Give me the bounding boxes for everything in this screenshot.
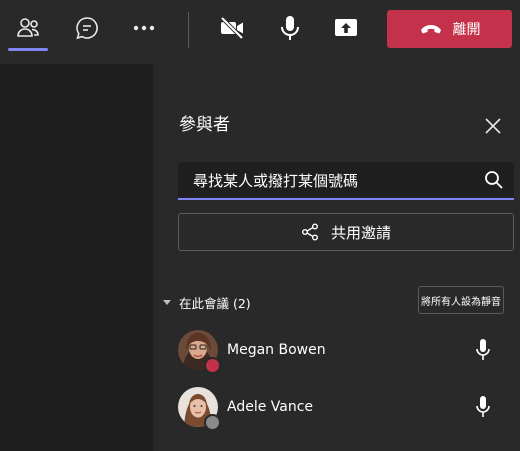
hang-up-icon xyxy=(420,25,441,34)
participants-panel: 參與者 尋找某人或撥打某個號碼 共用邀請 在此會議 (2) 將所有人設為靜音 M… xyxy=(153,64,520,451)
participant-name: Megan Bowen xyxy=(227,342,326,358)
search-icon[interactable] xyxy=(484,170,504,190)
status-badge xyxy=(204,414,221,431)
share-invite-label: 共用邀請 xyxy=(330,223,391,242)
microphone-icon xyxy=(281,16,299,40)
share-invite-button[interactable]: 共用邀請 xyxy=(178,213,514,251)
status-badge xyxy=(204,357,221,374)
meeting-toolbar: 離開 xyxy=(0,0,520,64)
close-icon xyxy=(485,118,501,134)
people-button[interactable] xyxy=(8,8,48,48)
participant-row[interactable]: Megan Bowen xyxy=(178,330,518,374)
section-label: 在此會議 (2) xyxy=(179,295,251,311)
leave-button[interactable]: 離開 xyxy=(387,10,512,48)
chevron-down-icon xyxy=(163,299,171,305)
more-button[interactable] xyxy=(124,8,164,48)
leave-label: 離開 xyxy=(452,22,481,38)
search-input[interactable]: 尋找某人或撥打某個號碼 xyxy=(178,162,514,200)
participant-name: Adele Vance xyxy=(227,399,314,415)
microphone-button[interactable] xyxy=(270,8,310,48)
share-screen-icon xyxy=(335,19,357,36)
camera-button[interactable] xyxy=(212,8,252,48)
microphone-icon[interactable] xyxy=(474,338,492,362)
search-text: 尋找某人或撥打某個號碼 xyxy=(193,172,359,190)
close-panel-button[interactable] xyxy=(481,114,505,138)
people-icon xyxy=(17,18,39,37)
in-meeting-section-toggle[interactable]: 在此會議 (2) xyxy=(163,292,251,312)
mute-all-button[interactable]: 將所有人設為靜音 xyxy=(418,286,504,314)
active-tab-indicator xyxy=(8,48,48,51)
share-screen-button[interactable] xyxy=(326,8,366,48)
chat-button[interactable] xyxy=(67,8,107,48)
chat-icon xyxy=(76,17,98,40)
toolbar-divider xyxy=(188,12,189,48)
microphone-icon[interactable] xyxy=(474,395,492,419)
camera-off-icon xyxy=(220,16,244,40)
participant-row[interactable]: Adele Vance xyxy=(178,387,518,431)
more-icon xyxy=(133,25,155,31)
panel-title: 參與者 xyxy=(179,115,230,135)
meeting-stage xyxy=(0,64,153,451)
share-icon xyxy=(301,223,318,241)
